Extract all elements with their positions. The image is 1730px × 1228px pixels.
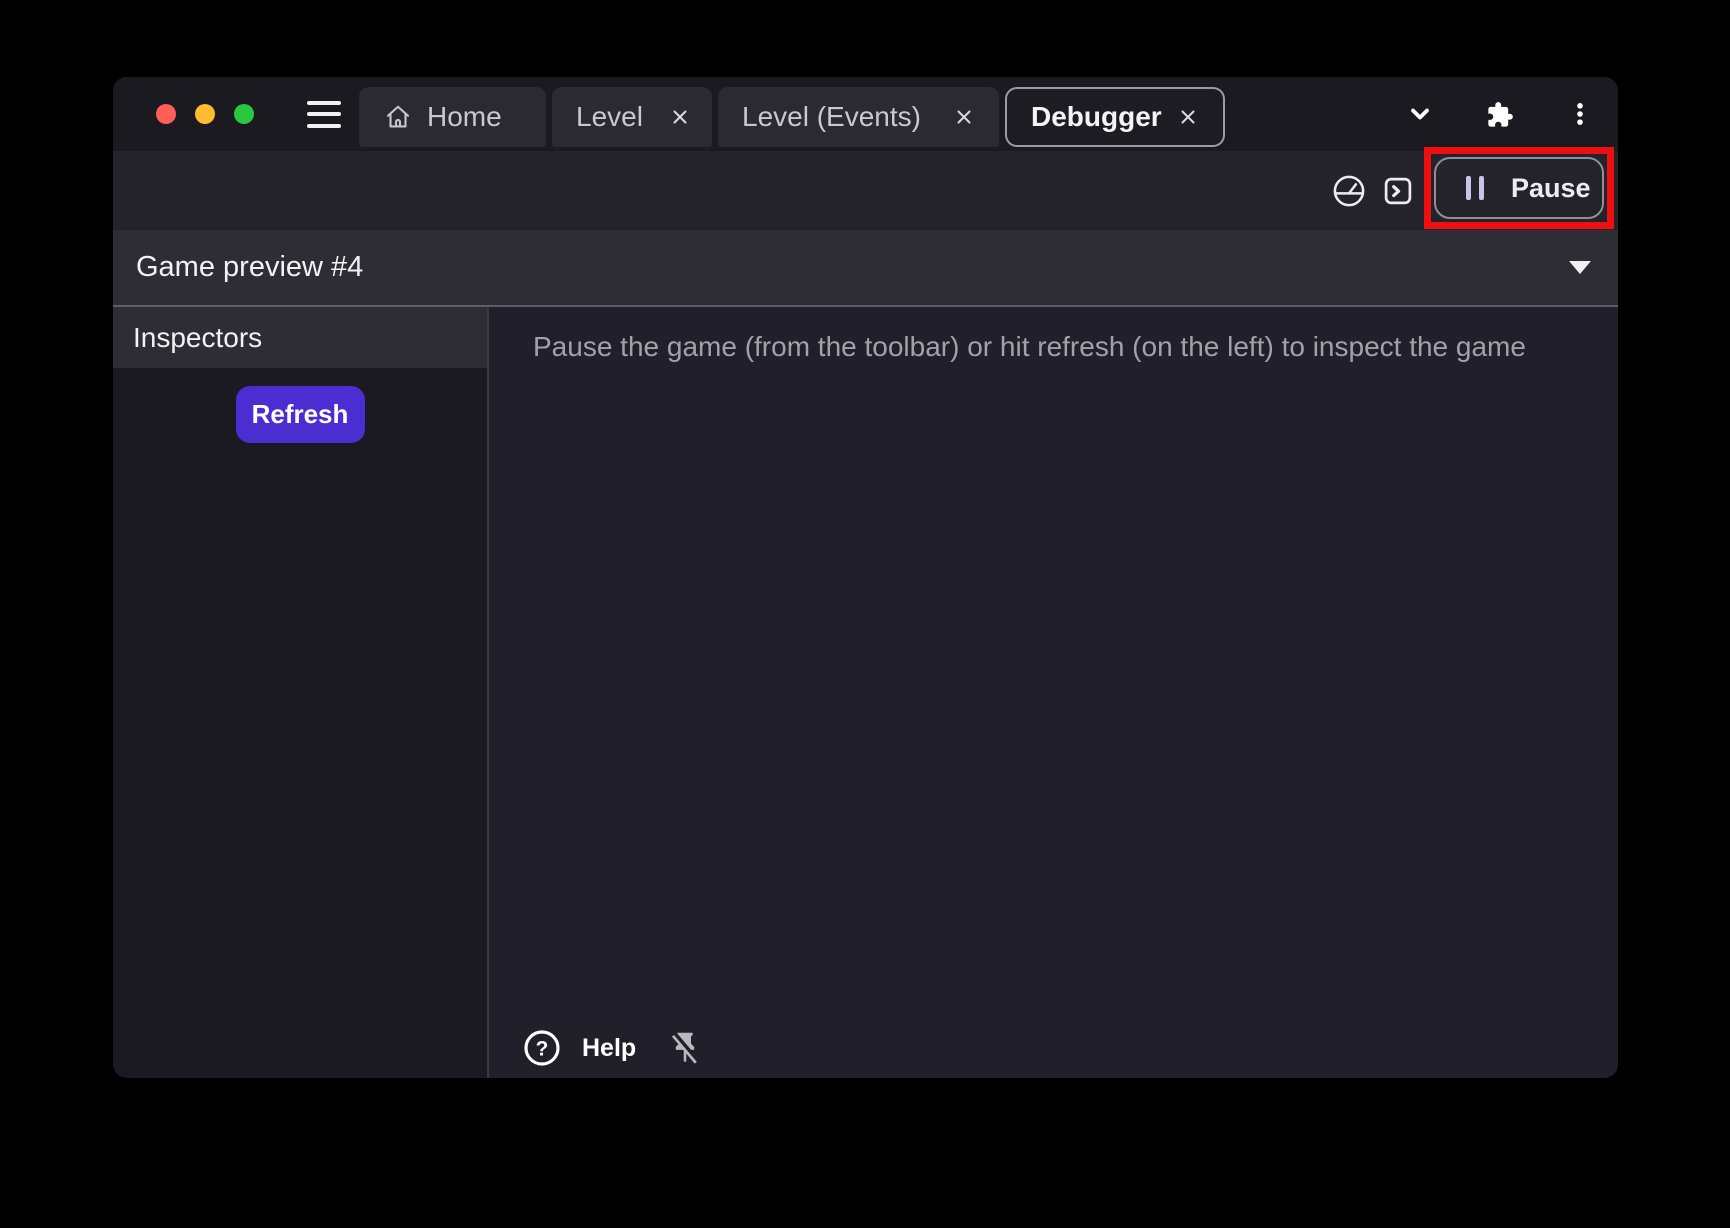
traffic-lights [113, 104, 254, 124]
tab-label: Level [576, 101, 643, 133]
inspectors-header: Inspectors [113, 307, 487, 368]
tab-label: Level (Events) [742, 101, 921, 133]
unpin-icon[interactable] [666, 1029, 704, 1067]
extensions-puzzle-icon[interactable] [1486, 100, 1514, 128]
console-icon[interactable] [1381, 174, 1415, 208]
tabbar-right-actions [1406, 100, 1618, 128]
profiler-icon[interactable] [1331, 173, 1367, 209]
tab-label: Home [427, 101, 502, 133]
dropdown-caret-icon [1569, 261, 1591, 274]
chevron-down-icon[interactable] [1406, 100, 1434, 128]
tab-level[interactable]: Level [552, 87, 712, 147]
main-panel: Pause the game (from the toolbar) or hit… [489, 307, 1618, 1078]
maximize-window-button[interactable] [234, 104, 254, 124]
home-icon [383, 102, 413, 132]
menu-icon[interactable] [307, 101, 341, 128]
inspectors-sidebar: Inspectors Refresh [113, 307, 487, 1078]
inspectors-header-label: Inspectors [133, 322, 262, 354]
app-window: Home Level Level (Events) Debugger [113, 77, 1618, 1078]
tab-close-icon[interactable] [669, 106, 691, 128]
tab-debugger[interactable]: Debugger [1005, 87, 1225, 147]
help-icon[interactable]: ? [522, 1028, 562, 1068]
svg-text:?: ? [536, 1037, 549, 1060]
instruction-message: Pause the game (from the toolbar) or hit… [489, 307, 1618, 363]
minimize-window-button[interactable] [195, 104, 215, 124]
game-preview-title: Game preview #4 [136, 251, 363, 284]
annotation-highlight: Pause [1424, 147, 1614, 229]
kebab-menu-icon[interactable] [1566, 100, 1594, 128]
refresh-button[interactable]: Refresh [236, 386, 365, 443]
tab-level-events[interactable]: Level (Events) [718, 87, 999, 147]
help-row: ? Help [522, 1028, 704, 1068]
pause-icon [1466, 176, 1484, 200]
tab-close-icon[interactable] [953, 106, 975, 128]
pause-button[interactable]: Pause [1434, 157, 1604, 219]
close-window-button[interactable] [156, 104, 176, 124]
tab-label: Debugger [1031, 101, 1162, 133]
tab-close-icon[interactable] [1177, 106, 1199, 128]
debugger-toolbar [113, 151, 1618, 230]
tab-bar: Home Level Level (Events) Debugger [113, 77, 1618, 151]
debugger-content: Inspectors Refresh Pause the game (from … [113, 307, 1618, 1078]
pause-button-label: Pause [1511, 173, 1591, 204]
game-preview-selector[interactable]: Game preview #4 [113, 230, 1618, 307]
tab-home[interactable]: Home [359, 87, 546, 147]
help-label[interactable]: Help [582, 1034, 636, 1063]
tabs: Home Level Level (Events) Debugger [359, 87, 1225, 151]
